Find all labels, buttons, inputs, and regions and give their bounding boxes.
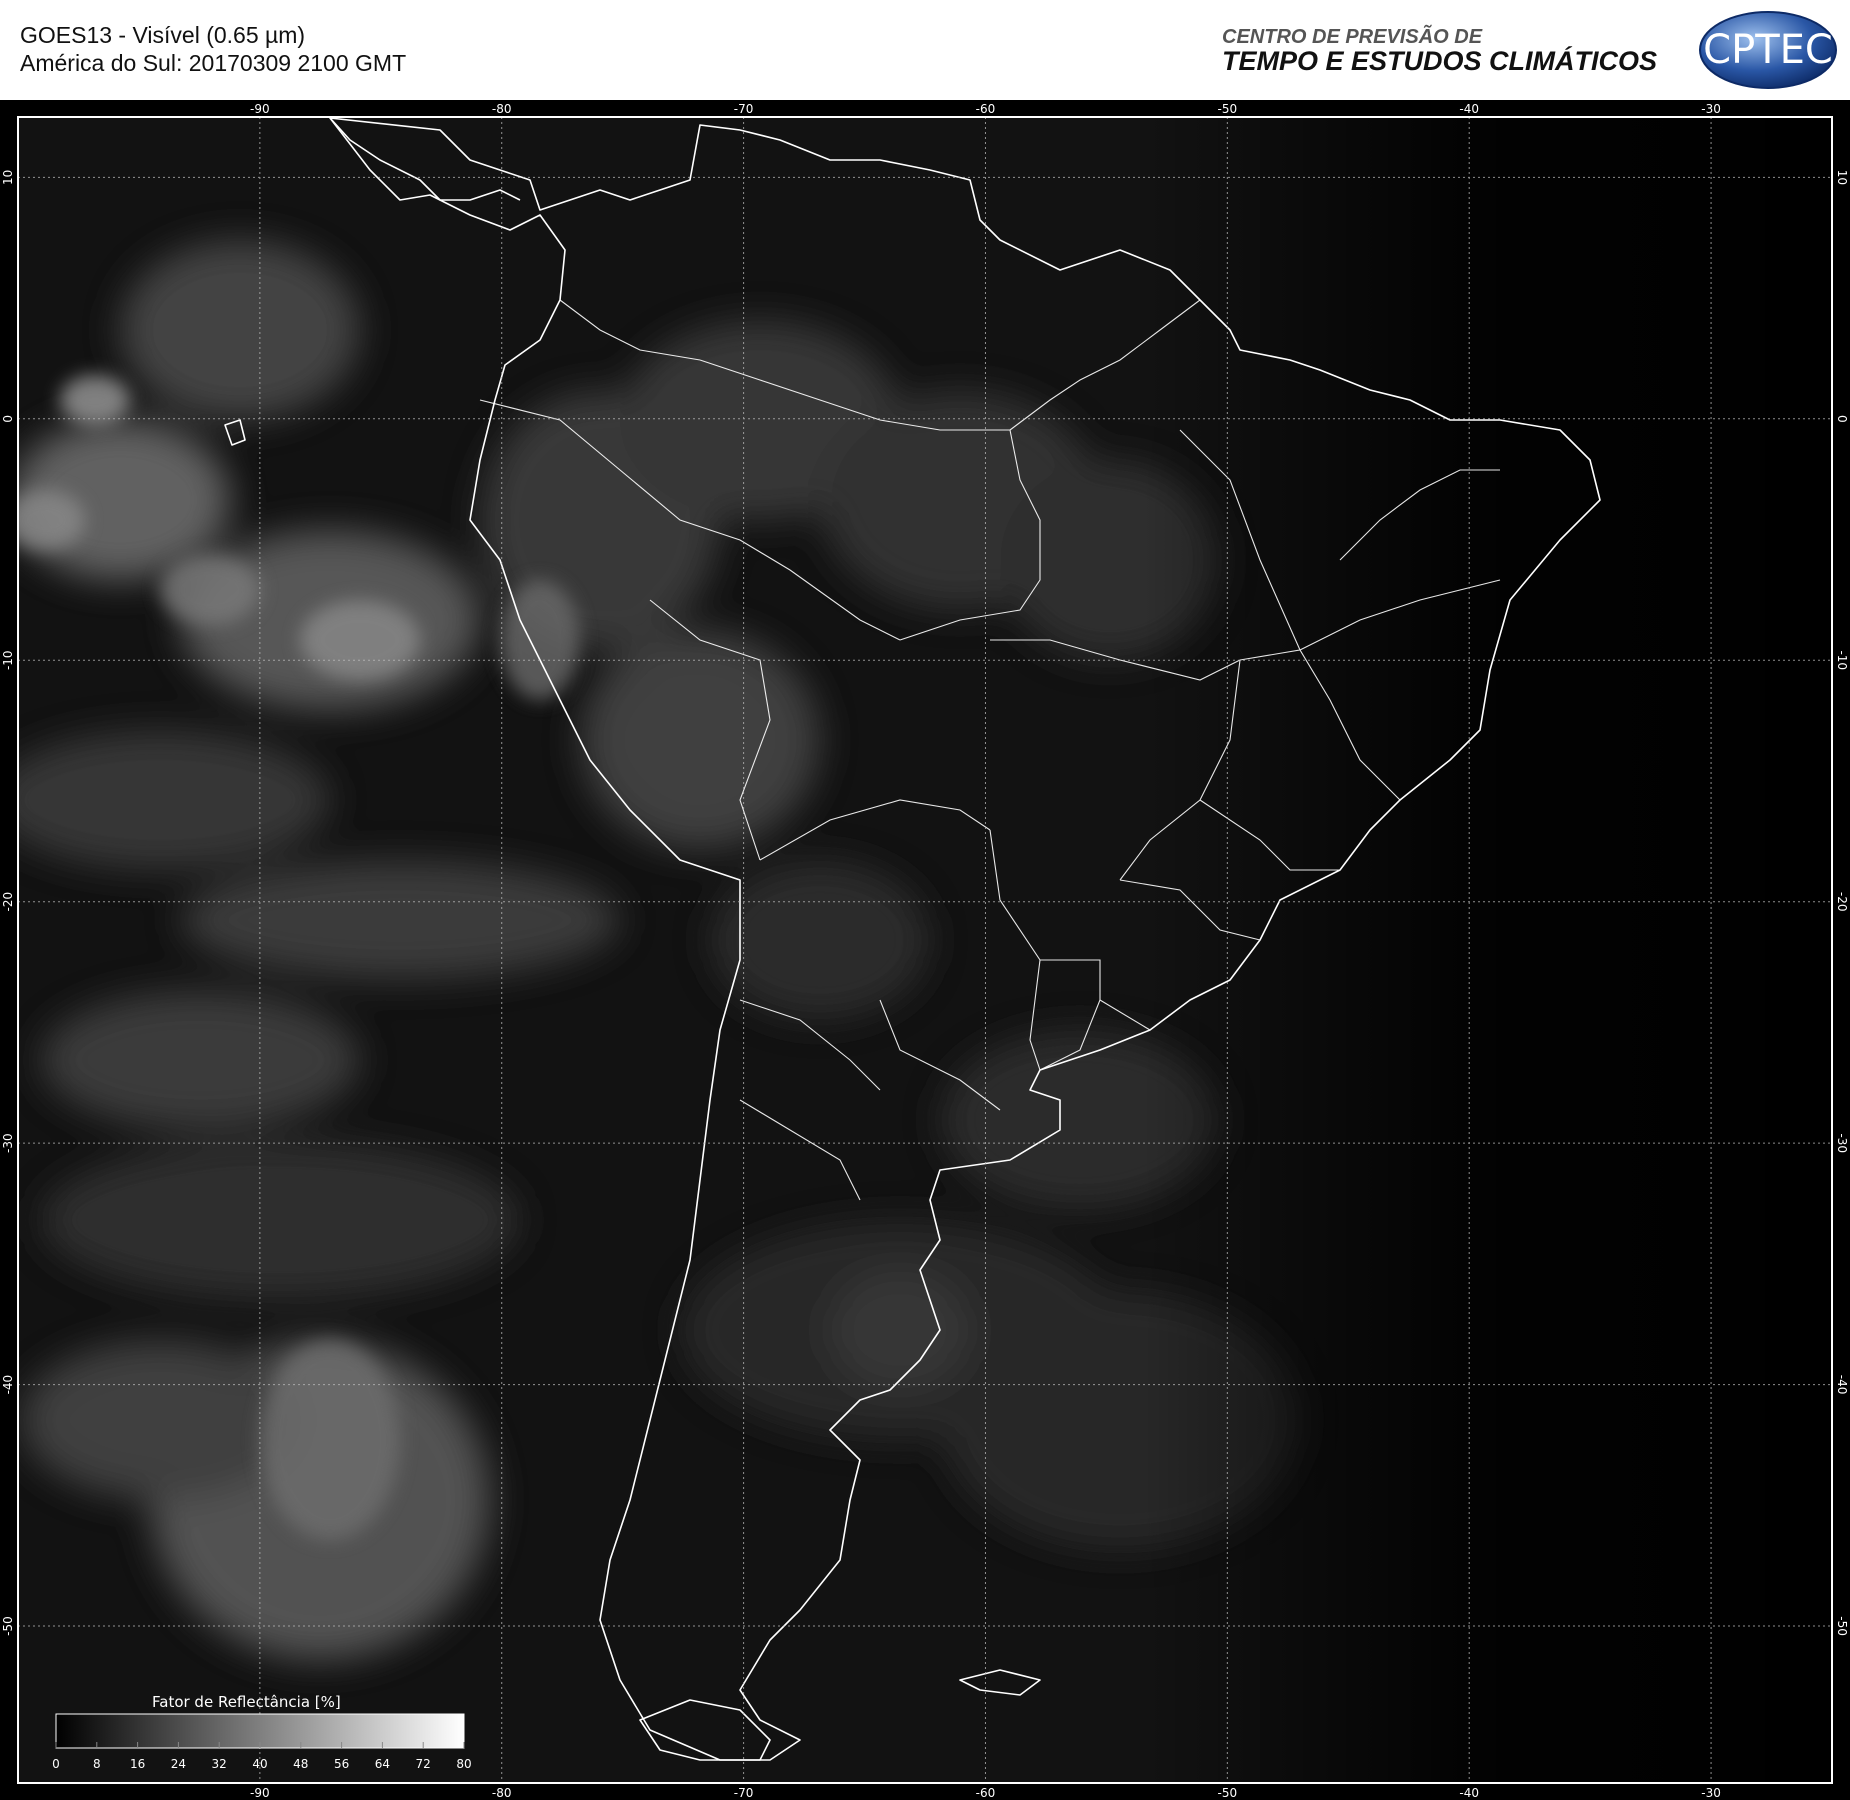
lat-tick-label: 10	[1835, 170, 1849, 185]
lon-tick-label: -60	[976, 1786, 996, 1800]
colorbar-tick-label: 24	[171, 1757, 186, 1771]
legend-title: Fator de Reflectância [%]	[152, 1693, 341, 1711]
satellite-map: -90 -90 -80 -80 -70 -70 -60 -60 -50 -50 -40 -40 -30 -…	[1, 102, 1849, 1800]
lon-tick-label: -40	[1459, 102, 1479, 116]
lon-tick-label: -90	[250, 102, 270, 116]
lat-tick-label: -40	[1835, 1375, 1849, 1395]
lon-tick-label: -30	[1701, 102, 1721, 116]
lat-tick-label: -30	[1, 1133, 15, 1153]
lat-tick-label: -30	[1835, 1133, 1849, 1153]
lon-tick-label: -80	[492, 1786, 512, 1800]
lon-tick-label: -50	[1218, 1786, 1238, 1800]
lat-tick-label: -20	[1, 892, 15, 912]
lat-tick-label: -50	[1835, 1616, 1849, 1636]
colorbar-tick-label: 56	[334, 1757, 349, 1771]
lon-tick-label: -40	[1459, 1786, 1479, 1800]
lat-tick-label: -10	[1835, 650, 1849, 670]
cptec-logo: CPTEC	[1699, 11, 1837, 89]
lat-tick-label: 10	[1, 170, 15, 185]
lat-tick-label: -40	[1, 1375, 15, 1395]
lon-tick-label: -30	[1701, 1786, 1721, 1800]
product-title: GOES13 - Visível (0.65 µm)	[20, 22, 306, 48]
colorbar-tick-label: 48	[293, 1757, 308, 1771]
logo-text: CPTEC	[1703, 27, 1833, 73]
lon-tick-label: -80	[492, 102, 512, 116]
lon-tick-label: -70	[734, 1786, 754, 1800]
colorbar-tick-label: 32	[212, 1757, 227, 1771]
lat-tick-label: -10	[1, 650, 15, 670]
colorbar-tick-label: 8	[93, 1757, 101, 1771]
colorbar-tick-label: 64	[375, 1757, 390, 1771]
region-timestamp: América do Sul: 20170309 2100 GMT	[20, 50, 407, 76]
colorbar-tick-label: 16	[130, 1757, 145, 1771]
header: GOES13 - Visível (0.65 µm) América do Su…	[0, 0, 1850, 100]
lon-tick-label: -50	[1218, 102, 1238, 116]
colorbar-tick-label: 80	[456, 1757, 471, 1771]
colorbar-tick-label: 40	[252, 1757, 267, 1771]
colorbar-tick-label: 72	[416, 1757, 431, 1771]
lat-tick-label: 0	[1, 415, 15, 423]
org-name-line2: TEMPO E ESTUDOS CLIMÁTICOS	[1222, 46, 1658, 76]
lon-tick-label: -70	[734, 102, 754, 116]
lat-tick-label: -20	[1835, 892, 1849, 912]
lat-tick-label: -50	[1, 1616, 15, 1636]
lat-tick-label: 0	[1835, 415, 1849, 423]
lon-tick-label: -90	[250, 1786, 270, 1800]
lon-tick-label: -60	[976, 102, 996, 116]
colorbar-tick-label: 0	[52, 1757, 60, 1771]
